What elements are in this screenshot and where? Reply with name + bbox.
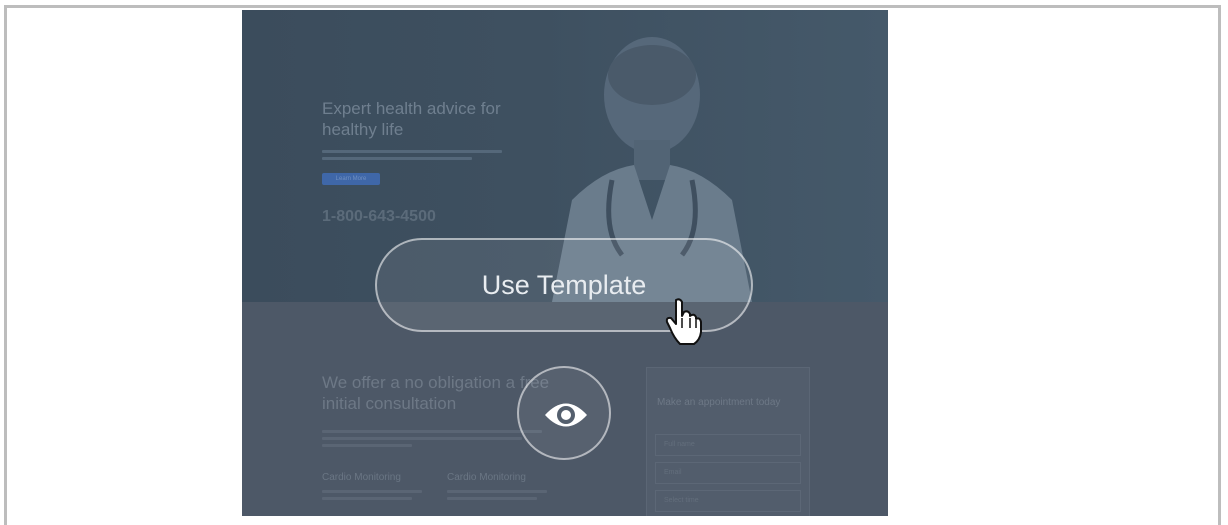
offer-text-line <box>322 430 542 433</box>
hero-text-line <box>322 150 502 153</box>
appointment-title: Make an appointment today <box>657 397 781 408</box>
feature-title: Cardio Monitoring <box>447 472 526 483</box>
hero-cta-button: Learn More <box>322 173 380 185</box>
hero-title: Expert health advice for healthy life <box>322 99 501 139</box>
feature-text-line <box>447 490 547 493</box>
eye-icon <box>545 403 587 427</box>
hero-text-line <box>322 157 472 160</box>
offer-text-line <box>322 437 522 440</box>
feature-title: Cardio Monitoring <box>322 472 401 483</box>
offer-text-line <box>322 444 412 447</box>
appointment-field: Full name <box>655 434 801 456</box>
appointment-field: Email <box>655 462 801 484</box>
hand-pointer-icon <box>665 298 702 345</box>
feature-text-line <box>322 490 422 493</box>
preview-button[interactable] <box>517 366 611 460</box>
hero-phone: 1-800-643-4500 <box>322 208 436 225</box>
appointment-card: Make an appointment today Full name Emai… <box>646 367 810 516</box>
feature-text-line <box>447 497 537 500</box>
feature-text-line <box>322 497 412 500</box>
appointment-field: Select time <box>655 490 801 512</box>
